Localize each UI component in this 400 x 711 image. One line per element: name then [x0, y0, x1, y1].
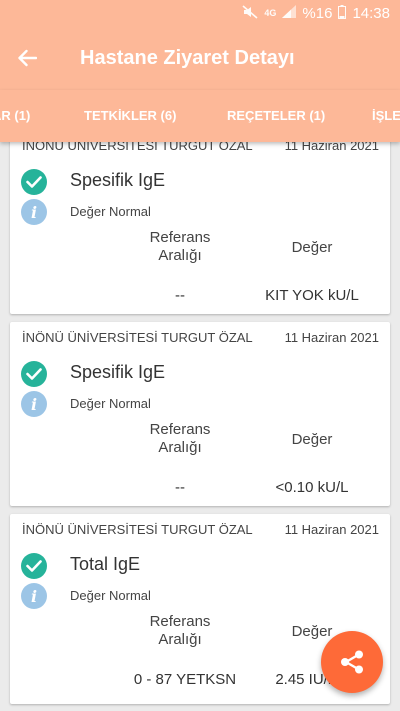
- arrow-left-icon: [18, 49, 37, 67]
- reference-range-label: Referans Aralığı: [149, 613, 211, 648]
- test-name: Total IgE: [70, 554, 141, 574]
- value-label: Değer: [291, 431, 333, 448]
- back-button[interactable]: [0, 26, 54, 90]
- hospital-name: İNÖNÜ ÜNİVERSİTESİ TURGUT ÖZAL: [22, 522, 253, 537]
- page-title: Hastane Ziyaret Detayı: [80, 46, 295, 69]
- battery-percent: %16: [302, 4, 333, 22]
- result-status: Değer Normal: [70, 588, 151, 603]
- value-label: Değer: [291, 239, 333, 256]
- result-date: 11 Haziran 2021: [284, 330, 379, 345]
- battery-icon: [338, 4, 347, 22]
- tab-previous[interactable]: AR (1): [0, 90, 30, 142]
- clock: 14:38: [352, 4, 390, 22]
- result-status: Değer Normal: [70, 396, 151, 411]
- reference-range-value: --: [175, 479, 185, 496]
- status-bar: 4G %16 14:38: [0, 0, 400, 26]
- tab-islemler[interactable]: İŞLE: [372, 90, 400, 142]
- app-bar: Hastane Ziyaret Detayı: [0, 26, 400, 90]
- tab-tetkikler[interactable]: TETKİKLER (6): [84, 90, 176, 142]
- hospital-name: İNÖNÜ ÜNİVERSİTESİ TURGUT ÖZAL: [22, 330, 253, 345]
- test-result-card[interactable]: İNÖNÜ ÜNİVERSİTESİ TURGUT ÖZAL 11 Hazira…: [10, 130, 390, 314]
- tab-bar: AR (1) TETKİKLER (6) REÇETELER (1) İŞLE: [0, 90, 400, 142]
- reference-range-label: Referans Aralığı: [149, 229, 211, 264]
- result-status: Değer Normal: [70, 204, 151, 219]
- test-result-card[interactable]: İNÖNÜ ÜNİVERSİTESİ TURGUT ÖZAL 11 Hazira…: [10, 322, 390, 506]
- signal-icon: [282, 5, 297, 21]
- info-icon[interactable]: i: [21, 391, 47, 417]
- mute-icon: [242, 4, 258, 22]
- reference-range-value: 0 - 87 YETKSN: [133, 671, 237, 688]
- network-type-label: 4G: [264, 8, 277, 18]
- result-value: <0.10 kU/L: [275, 479, 349, 496]
- test-name: Spesifik IgE: [70, 362, 166, 382]
- share-button[interactable]: [321, 631, 383, 693]
- info-icon[interactable]: i: [21, 583, 47, 609]
- reference-range-label: Referans Aralığı: [149, 421, 211, 456]
- reference-range-value: --: [175, 287, 185, 304]
- tab-receteler[interactable]: REÇETELER (1): [227, 90, 325, 142]
- check-circle-icon: [21, 169, 47, 195]
- result-date: 11 Haziran 2021: [284, 522, 379, 537]
- share-icon: [341, 650, 363, 674]
- result-value: KIT YOK kU/L: [265, 287, 359, 304]
- test-name: Spesifik IgE: [70, 170, 166, 190]
- info-icon[interactable]: i: [21, 199, 47, 225]
- check-circle-icon: [21, 361, 47, 387]
- check-circle-icon: [21, 553, 47, 579]
